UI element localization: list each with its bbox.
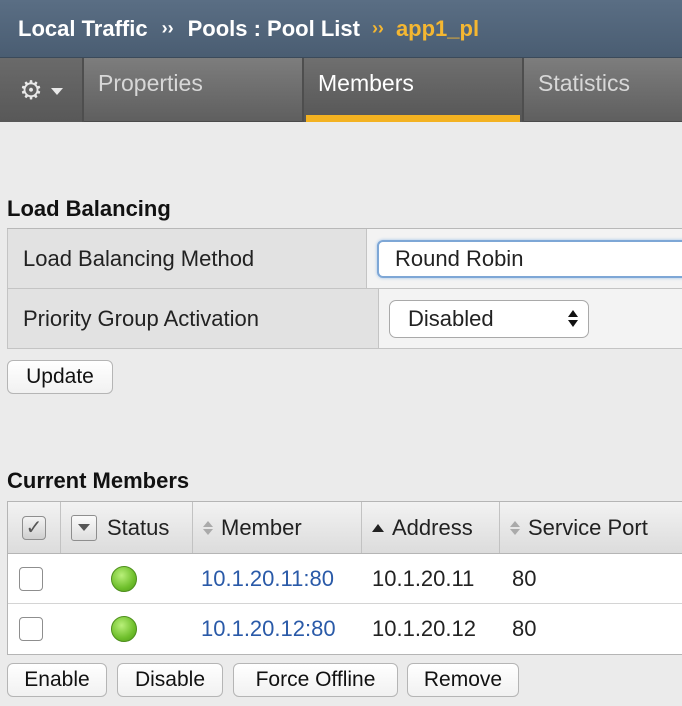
- header-service-port[interactable]: Service Port: [500, 502, 682, 553]
- load-balancing-title: Load Balancing: [7, 196, 171, 221]
- breadcrumb-separator: ››: [161, 18, 174, 38]
- lb-method-row: Load Balancing Method Round Robin: [7, 229, 682, 289]
- status-available-icon: [111, 616, 137, 642]
- member-port: 80: [512, 616, 537, 641]
- tab-properties[interactable]: Properties: [84, 58, 304, 122]
- status-available-icon: [111, 565, 137, 592]
- chevron-down-icon: [78, 524, 90, 531]
- port-header-label: Service Port: [528, 514, 648, 540]
- disable-button[interactable]: Disable: [117, 663, 223, 697]
- status-filter-dropdown[interactable]: [71, 514, 97, 541]
- sort-icon: [203, 520, 213, 535]
- chevron-down-icon: [50, 88, 63, 95]
- address-header-label: Address: [392, 514, 473, 540]
- member-address: 10.1.20.12: [372, 616, 476, 641]
- lb-method-cell: Round Robin: [367, 229, 682, 288]
- members-table-header: ✓ Status Member Address Service Port: [8, 502, 682, 554]
- row-checkbox[interactable]: [18, 617, 43, 641]
- select-all-checkbox[interactable]: ✓: [22, 515, 46, 540]
- update-button[interactable]: Update: [7, 360, 113, 394]
- current-members-title: Current Members: [7, 468, 190, 493]
- row-checkbox-cell: [8, 566, 61, 591]
- status-header-label: Status: [107, 514, 170, 540]
- remove-button[interactable]: Remove: [407, 663, 519, 697]
- breadcrumb-pool-list[interactable]: Pools : Pool List: [188, 16, 360, 42]
- row-checkbox[interactable]: [18, 566, 43, 591]
- header-member[interactable]: Member: [193, 502, 362, 553]
- priority-group-value: Disabled: [408, 305, 494, 331]
- breadcrumb-local-traffic[interactable]: Local Traffic: [18, 16, 148, 42]
- force-offline-button[interactable]: Force Offline: [233, 663, 398, 697]
- header-status[interactable]: Status: [61, 502, 193, 553]
- priority-group-row: Priority Group Activation Disabled: [7, 289, 682, 349]
- tab-bar: ⚙ Properties Members Statistics: [0, 58, 682, 122]
- row-checkbox-cell: [8, 617, 61, 641]
- enable-button[interactable]: Enable: [7, 663, 107, 697]
- updown-arrows-icon: [568, 310, 578, 327]
- tab-options-menu[interactable]: ⚙: [0, 58, 84, 122]
- member-header-label: Member: [221, 514, 302, 540]
- priority-group-select[interactable]: Disabled: [389, 299, 589, 338]
- lb-method-select[interactable]: Round Robin: [377, 239, 682, 278]
- breadcrumb-separator: ››: [371, 18, 384, 38]
- members-table: ✓ Status Member Address Service Port 10.…: [7, 501, 682, 655]
- member-port: 80: [512, 565, 537, 591]
- table-row: 10.1.20.12:80 10.1.20.12 80: [8, 604, 682, 654]
- breadcrumb-current: app1_pl: [395, 15, 480, 41]
- row-status-cell: [61, 565, 193, 592]
- lb-method-label: Load Balancing Method: [7, 229, 367, 288]
- table-row: 10.1.20.11:80 10.1.20.11 80: [8, 554, 682, 604]
- load-balancing-table: Load Balancing Method Round Robin Priori…: [7, 228, 682, 349]
- breadcrumb: Local Traffic ›› Pools : Pool List ›› ap…: [0, 0, 682, 58]
- member-link[interactable]: 10.1.20.11:80: [193, 566, 372, 592]
- member-link[interactable]: 10.1.20.12:80: [193, 616, 372, 642]
- priority-group-label: Priority Group Activation: [7, 289, 379, 348]
- sort-icon: [510, 520, 520, 535]
- tab-statistics[interactable]: Statistics: [524, 58, 682, 122]
- row-status-cell: [61, 616, 193, 642]
- priority-group-cell: Disabled: [379, 289, 682, 348]
- sort-ascending-icon: [372, 523, 384, 532]
- gear-icon: ⚙: [19, 75, 43, 105]
- member-address: 10.1.20.11: [372, 565, 475, 591]
- header-select-all-cell: ✓: [8, 502, 61, 553]
- tab-members[interactable]: Members: [304, 58, 524, 122]
- header-address[interactable]: Address: [362, 502, 500, 553]
